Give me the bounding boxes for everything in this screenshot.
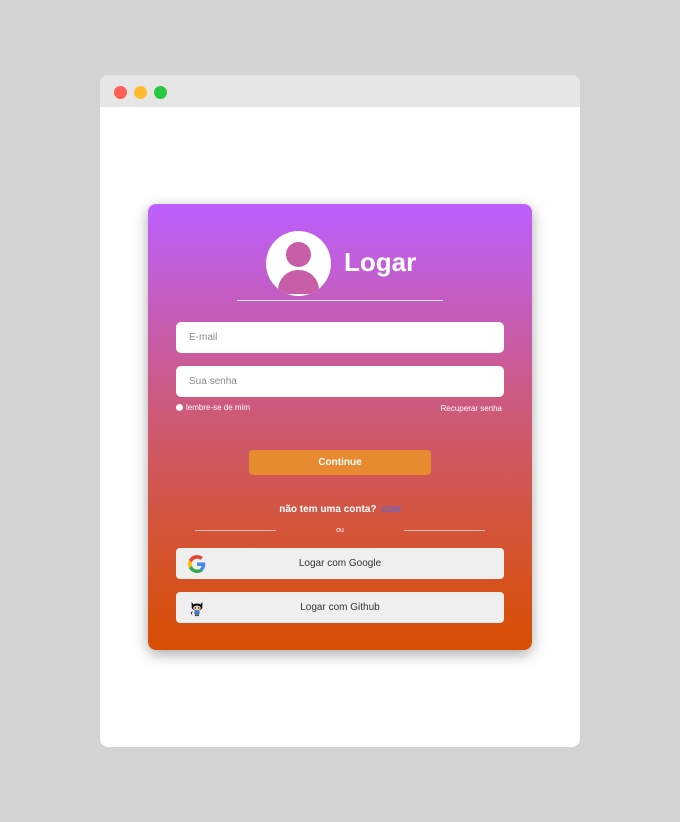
- divider-right: [404, 530, 485, 531]
- maximize-window-button[interactable]: [154, 86, 167, 99]
- remember-me-option[interactable]: lembre-se de mim: [176, 403, 250, 412]
- login-card: Logar lembre-se de mim Recuperar senha C…: [148, 204, 532, 650]
- github-login-button[interactable]: Logar com Github: [176, 592, 504, 623]
- github-octocat-icon: [190, 601, 203, 617]
- github-login-label: Logar com Github: [300, 602, 380, 613]
- email-field[interactable]: [176, 322, 504, 353]
- signup-prompt: não tem uma conta? criar: [148, 504, 532, 515]
- remember-me-radio[interactable]: [176, 404, 183, 411]
- google-login-label: Logar com Google: [298, 558, 382, 569]
- google-icon: [188, 555, 206, 573]
- login-title: Logar: [344, 247, 417, 277]
- google-login-button[interactable]: Logar com Google: [176, 548, 504, 579]
- user-avatar-icon: [266, 231, 331, 296]
- continue-button[interactable]: Continue: [249, 450, 431, 475]
- browser-window: Logar lembre-se de mim Recuperar senha C…: [100, 75, 580, 747]
- close-window-button[interactable]: [114, 86, 127, 99]
- recover-password-link[interactable]: Recuperar senha: [441, 404, 502, 413]
- title-divider: [237, 300, 443, 301]
- remember-me-label: lembre-se de mim: [186, 403, 251, 412]
- no-account-text: não tem uma conta?: [279, 504, 377, 515]
- password-field[interactable]: [176, 366, 504, 397]
- minimize-window-button[interactable]: [134, 86, 147, 99]
- window-titlebar: [100, 75, 580, 107]
- create-account-link[interactable]: criar: [381, 504, 400, 515]
